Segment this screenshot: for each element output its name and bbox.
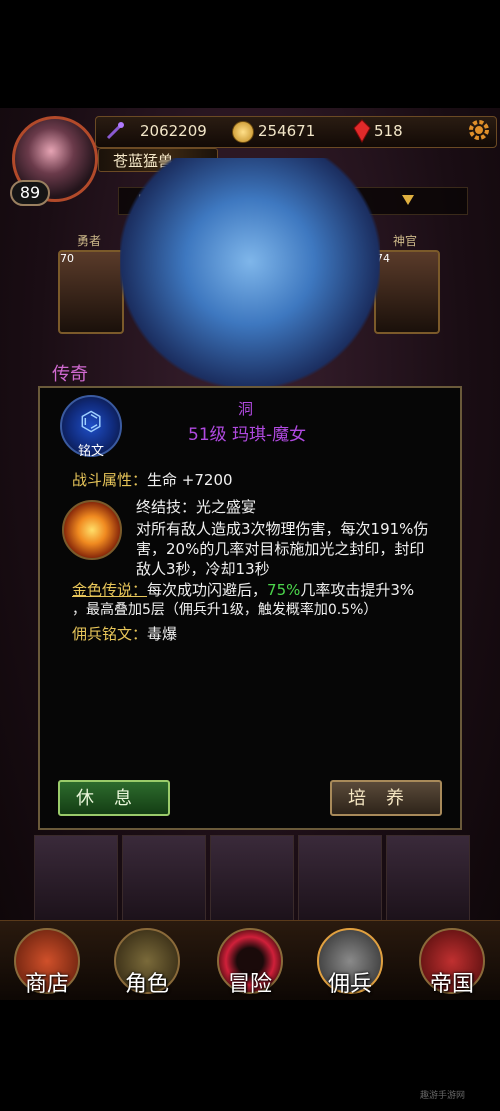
combat-attr-row: 战斗属性：生命 +7200 <box>72 470 233 490</box>
ultimate-desc-line-3: 敌人3秒，冷却13秒 <box>136 560 270 578</box>
resource-value-gold: 254671 <box>258 122 316 140</box>
nav-adventure-label[interactable]: 冒险 <box>210 966 290 998</box>
ultimate-skill-icon <box>62 500 122 560</box>
player-level-badge: 89 <box>10 180 50 206</box>
rest-button[interactable]: 休息 <box>58 780 170 816</box>
roster-card[interactable] <box>34 835 118 927</box>
heroine-illustration <box>120 158 380 388</box>
golden-legend-chance: 75% <box>267 581 301 599</box>
gold-coin-icon <box>232 121 254 143</box>
triangle-marker-icon <box>402 195 414 205</box>
merc-inscription-label: 佣兵铭文： <box>72 625 148 643</box>
merc-inscription-value: 毒爆 <box>147 625 178 643</box>
hero-level-brave: 70 <box>60 252 74 265</box>
golden-legend-desc-line-2: ，最高叠加5层（佣兵升1级，触发概率加0.5%） <box>72 602 378 618</box>
hero-label-priest: 神官 <box>392 234 417 248</box>
combat-attr-label: 战斗属性： <box>72 471 148 489</box>
golden-legend-label: 金色传说： <box>72 581 148 599</box>
train-button[interactable]: 培养 <box>330 780 442 816</box>
nav-mercenary-label[interactable]: 佣兵 <box>310 966 390 998</box>
gem-pouch-icon <box>106 122 124 140</box>
inscription-label: 铭文 <box>77 444 104 459</box>
resource-value-crystal: 518 <box>374 122 403 140</box>
watermark: 趣游手游网 <box>420 1091 466 1101</box>
golden-legend-row: 金色传说：每次成功闪避后，75%几率攻击提升3% <box>72 580 457 600</box>
ultimate-desc-line-2: 害，20%的几率对目标施加光之封印，封印 <box>136 540 425 558</box>
top-letterbox <box>0 0 500 108</box>
golden-legend-desc-c: 几率攻击提升3% <box>300 581 415 599</box>
ultimate-desc-line-1: 对所有敌人造成3次物理伤害，每次191%伤 <box>136 520 429 538</box>
roster-card[interactable] <box>386 835 470 927</box>
merc-inscription-row: 佣兵铭文：毒爆 <box>72 624 177 644</box>
ultimate-title: 终结技：光之盛宴 <box>136 498 257 516</box>
combat-attr-value: 生命 +7200 <box>147 471 233 489</box>
nav-shop-label[interactable]: 商店 <box>7 966 87 998</box>
resource-value-gems: 2062209 <box>140 122 207 140</box>
legend-rarity-tag: 传奇 <box>52 364 88 385</box>
popup-title: 洞 <box>238 400 254 418</box>
golden-legend-desc-a: 每次成功闪避后， <box>147 581 268 599</box>
red-crystal-icon <box>353 119 371 143</box>
popup-subtitle: 51级 玛琪-魔女 <box>188 425 307 445</box>
nav-character-label[interactable]: 角色 <box>107 966 187 998</box>
gear-icon[interactable] <box>466 117 492 143</box>
roster-card[interactable] <box>210 835 294 927</box>
nav-empire-label[interactable]: 帝国 <box>412 966 492 998</box>
hero-label-brave: 勇者 <box>76 234 101 248</box>
roster-card[interactable] <box>298 835 382 927</box>
roster-card[interactable] <box>122 835 206 927</box>
